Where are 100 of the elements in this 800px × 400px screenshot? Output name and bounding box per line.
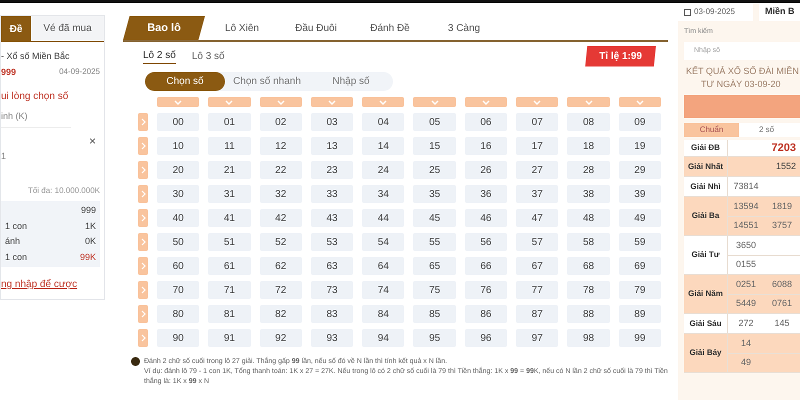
number-button[interactable]: 94 bbox=[362, 329, 404, 347]
number-button[interactable]: 96 bbox=[464, 329, 508, 347]
number-button[interactable]: 18 bbox=[567, 137, 610, 155]
number-button[interactable]: 51 bbox=[208, 233, 251, 251]
column-select-button[interactable] bbox=[260, 97, 302, 107]
game-tab[interactable]: Bao lô bbox=[123, 16, 205, 40]
number-button[interactable]: 97 bbox=[516, 329, 558, 347]
column-select-button[interactable] bbox=[618, 97, 661, 107]
number-button[interactable]: 50 bbox=[157, 233, 200, 251]
column-select-button[interactable] bbox=[362, 97, 404, 107]
number-button[interactable]: 25 bbox=[413, 161, 456, 179]
number-button[interactable]: 90 bbox=[157, 329, 200, 347]
number-button[interactable]: 23 bbox=[310, 161, 354, 179]
number-button[interactable]: 31 bbox=[208, 185, 251, 203]
number-button[interactable]: 44 bbox=[362, 209, 404, 227]
number-button[interactable]: 34 bbox=[362, 185, 404, 203]
game-tab[interactable]: Lô Xiên bbox=[205, 16, 279, 40]
number-button[interactable]: 13 bbox=[310, 137, 354, 155]
number-button[interactable]: 57 bbox=[516, 233, 558, 251]
number-button[interactable]: 52 bbox=[260, 233, 302, 251]
panel-tab[interactable]: Đề bbox=[1, 16, 31, 42]
row-select-button[interactable] bbox=[138, 233, 148, 251]
number-button[interactable]: 26 bbox=[464, 161, 508, 179]
number-button[interactable]: 21 bbox=[208, 161, 251, 179]
number-button[interactable]: 82 bbox=[260, 305, 302, 323]
number-button[interactable]: 63 bbox=[310, 257, 354, 275]
row-select-button[interactable] bbox=[138, 329, 148, 347]
date-field[interactable]: 03-09-2025 bbox=[678, 3, 753, 21]
number-button[interactable]: 14 bbox=[362, 137, 404, 155]
number-button[interactable]: 95 bbox=[413, 329, 456, 347]
number-button[interactable]: 45 bbox=[413, 209, 456, 227]
column-select-button[interactable] bbox=[567, 97, 610, 107]
row-select-button[interactable] bbox=[138, 161, 148, 179]
number-button[interactable]: 02 bbox=[260, 113, 302, 131]
number-button[interactable]: 15 bbox=[413, 137, 456, 155]
number-button[interactable]: 33 bbox=[310, 185, 354, 203]
number-button[interactable]: 99 bbox=[618, 329, 661, 347]
number-button[interactable]: 01 bbox=[208, 113, 251, 131]
number-button[interactable]: 77 bbox=[516, 281, 558, 299]
number-button[interactable]: 16 bbox=[464, 137, 508, 155]
game-tab[interactable]: Đầu Đuôi bbox=[279, 16, 353, 40]
number-button[interactable]: 87 bbox=[516, 305, 558, 323]
number-button[interactable]: 41 bbox=[208, 209, 251, 227]
number-button[interactable]: 36 bbox=[464, 185, 508, 203]
number-button[interactable]: 61 bbox=[208, 257, 251, 275]
number-button[interactable]: 78 bbox=[567, 281, 610, 299]
number-button[interactable]: 38 bbox=[567, 185, 610, 203]
close-button[interactable]: × bbox=[88, 132, 96, 150]
number-button[interactable]: 40 bbox=[157, 209, 200, 227]
number-button[interactable]: 39 bbox=[618, 185, 661, 203]
column-select-button[interactable] bbox=[464, 97, 508, 107]
number-button[interactable]: 76 bbox=[464, 281, 508, 299]
mode-tab[interactable]: Nhập số bbox=[309, 72, 393, 91]
number-button[interactable]: 00 bbox=[157, 113, 200, 131]
number-button[interactable]: 89 bbox=[618, 305, 661, 323]
mode-tab[interactable]: Chọn số nhanh bbox=[225, 72, 309, 91]
number-button[interactable]: 28 bbox=[567, 161, 610, 179]
number-button[interactable]: 24 bbox=[362, 161, 404, 179]
region-select[interactable]: Miền B bbox=[759, 3, 800, 21]
number-button[interactable]: 85 bbox=[413, 305, 456, 323]
result-tab[interactable]: 2 số bbox=[739, 122, 794, 136]
row-select-button[interactable] bbox=[138, 137, 148, 155]
number-button[interactable]: 59 bbox=[618, 233, 661, 251]
number-button[interactable]: 47 bbox=[516, 209, 558, 227]
number-button[interactable]: 86 bbox=[464, 305, 508, 323]
number-button[interactable]: 17 bbox=[516, 137, 558, 155]
number-button[interactable]: 19 bbox=[618, 137, 661, 155]
number-button[interactable]: 62 bbox=[260, 257, 302, 275]
column-select-button[interactable] bbox=[413, 97, 456, 107]
number-button[interactable]: 79 bbox=[618, 281, 661, 299]
number-button[interactable]: 91 bbox=[208, 329, 251, 347]
game-tab[interactable]: 3 Càng bbox=[427, 16, 501, 40]
number-button[interactable]: 71 bbox=[208, 281, 251, 299]
row-select-button[interactable] bbox=[138, 305, 148, 323]
number-button[interactable]: 48 bbox=[567, 209, 610, 227]
number-button[interactable]: 93 bbox=[310, 329, 354, 347]
number-button[interactable]: 43 bbox=[310, 209, 354, 227]
column-select-button[interactable] bbox=[157, 97, 200, 107]
number-button[interactable]: 04 bbox=[362, 113, 404, 131]
number-button[interactable]: 56 bbox=[464, 233, 508, 251]
number-button[interactable]: 69 bbox=[618, 257, 661, 275]
number-button[interactable]: 10 bbox=[157, 137, 200, 155]
number-button[interactable]: 29 bbox=[618, 161, 661, 179]
number-button[interactable]: 30 bbox=[157, 185, 200, 203]
number-button[interactable]: 70 bbox=[157, 281, 200, 299]
number-button[interactable]: 42 bbox=[260, 209, 302, 227]
row-select-button[interactable] bbox=[138, 185, 148, 203]
number-button[interactable]: 35 bbox=[413, 185, 456, 203]
number-button[interactable]: 11 bbox=[208, 137, 251, 155]
number-button[interactable]: 68 bbox=[567, 257, 610, 275]
number-button[interactable]: 37 bbox=[516, 185, 558, 203]
number-button[interactable]: 12 bbox=[260, 137, 302, 155]
number-button[interactable]: 05 bbox=[413, 113, 456, 131]
panel-tab[interactable]: Vé đã mua bbox=[31, 16, 104, 42]
number-button[interactable]: 07 bbox=[516, 113, 558, 131]
number-button[interactable]: 98 bbox=[567, 329, 610, 347]
number-button[interactable]: 54 bbox=[362, 233, 404, 251]
row-select-button[interactable] bbox=[138, 209, 148, 227]
number-button[interactable]: 65 bbox=[413, 257, 456, 275]
number-button[interactable]: 09 bbox=[618, 113, 661, 131]
